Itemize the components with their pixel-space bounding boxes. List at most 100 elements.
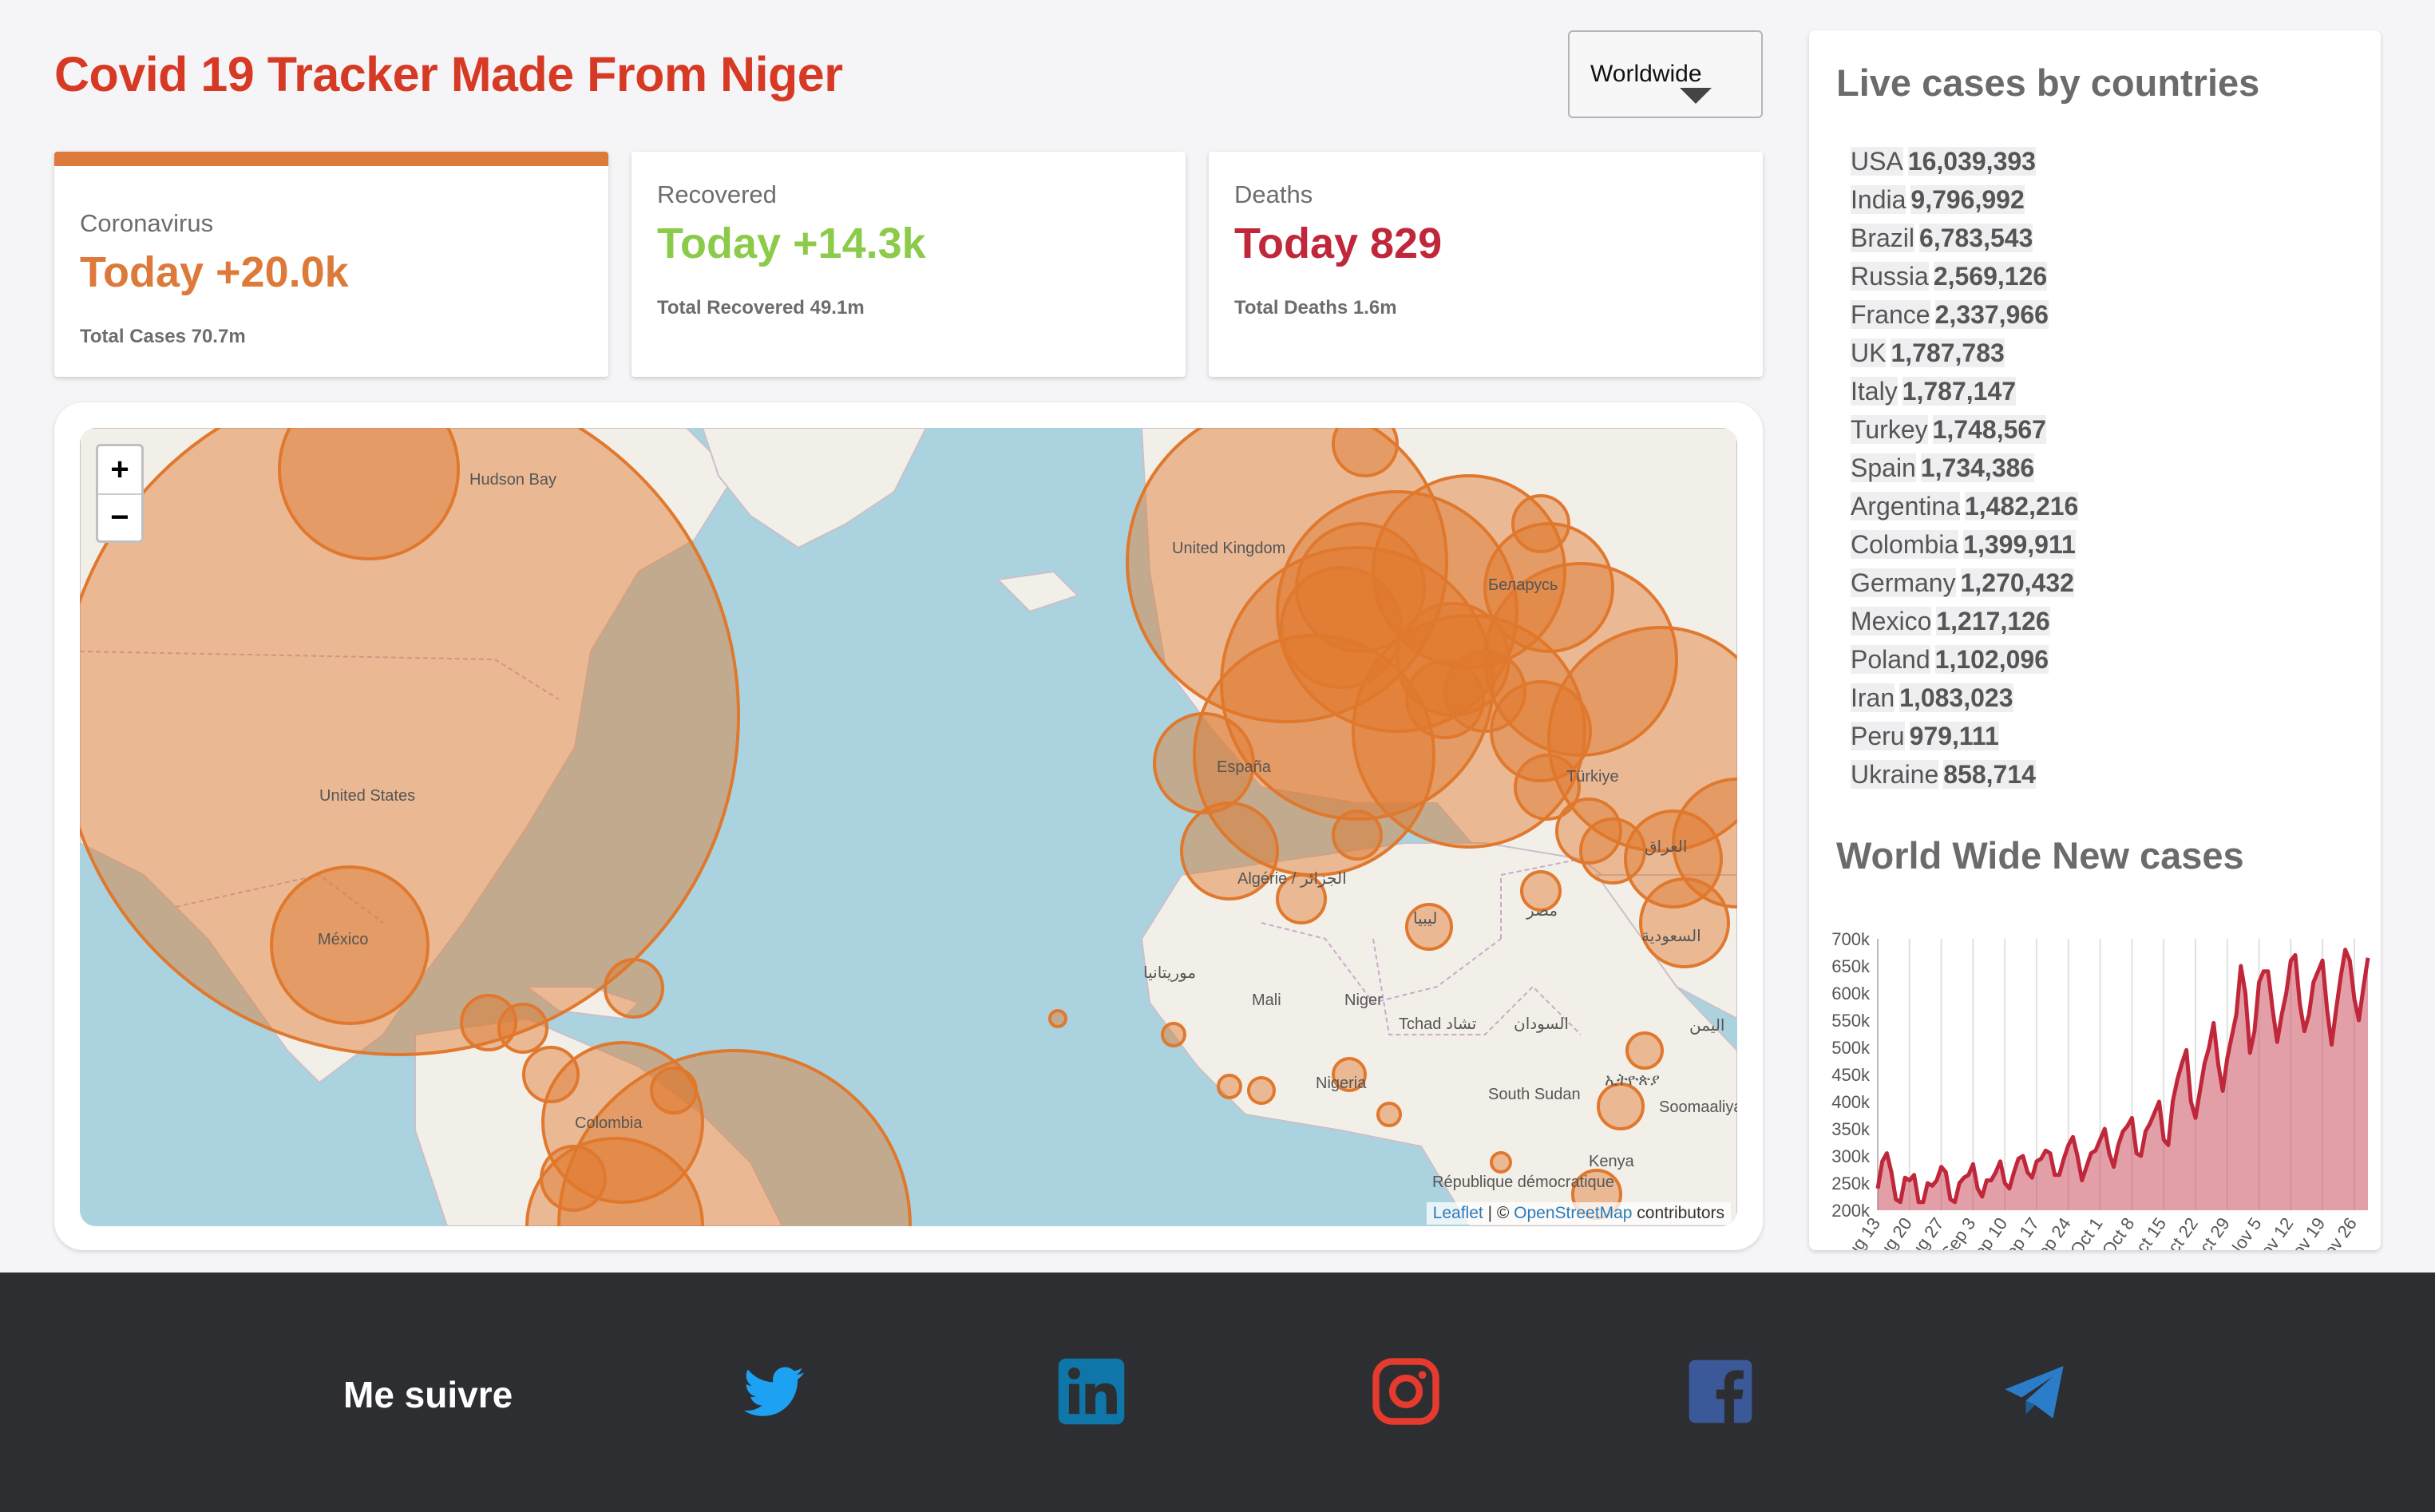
map-label-saudi: السعودية [1641, 928, 1701, 945]
bubble-senegal[interactable] [1161, 1022, 1186, 1047]
map-label-niger: Niger [1344, 992, 1383, 1009]
leaflet-link[interactable]: Leaflet [1433, 1204, 1483, 1222]
bubble-south-sudan[interactable] [1625, 1031, 1664, 1070]
country-name: Peru [1851, 722, 1905, 750]
live-cases-title: Live cases by countries [1836, 61, 2260, 104]
map-label-kenya: Kenya [1589, 1153, 1634, 1170]
bubble-sweden[interactable] [1332, 428, 1399, 477]
bubble-panama[interactable] [522, 1046, 580, 1103]
country-row: Germany 1,270,432 [1851, 568, 2078, 607]
map-label-iraq: العراق [1645, 838, 1688, 856]
map-label-united-kingdom: United Kingdom [1172, 540, 1286, 557]
app-title: Covid 19 Tracker Made From Niger [54, 47, 843, 101]
bubble-ethiopia[interactable] [1597, 1083, 1645, 1130]
chevron-down-icon [1680, 88, 1712, 104]
map-label-sudan: السودان [1514, 1015, 1569, 1033]
zoom-out-button[interactable]: − [98, 494, 141, 541]
facebook-icon[interactable] [1685, 1356, 1756, 1427]
land-greenland [701, 428, 928, 549]
map-label-rdc: République démocratique [1432, 1174, 1614, 1191]
bubble-venezuela[interactable] [540, 1145, 607, 1212]
map-label-mali: Mali [1252, 992, 1281, 1009]
bubble-ivory-coast[interactable] [1217, 1074, 1242, 1099]
bubble-tunisia[interactable] [1332, 809, 1383, 861]
bubble-cuba[interactable] [604, 958, 664, 1019]
stat-card-deaths[interactable]: Deaths Today 829 Total Deaths 1.6m [1209, 152, 1763, 377]
bubble-dominican[interactable] [650, 1067, 698, 1114]
bubble-cameroon[interactable] [1376, 1102, 1402, 1127]
osm-link[interactable]: OpenStreetMap [1514, 1204, 1632, 1222]
country-row: Argentina 1,482,216 [1851, 492, 2079, 530]
map-label-nigeria: Nigeria [1316, 1075, 1367, 1092]
zoom-in-button[interactable]: + [98, 446, 141, 495]
bubble-lebanon[interactable] [1579, 817, 1646, 885]
country-row: Colombia 1,399,911 [1851, 530, 2078, 568]
y-tick-label: 650k [1831, 956, 1871, 976]
telegram-icon[interactable] [1999, 1356, 2071, 1427]
stat-card-cases[interactable]: Coronavirus Today +20.0k Total Cases 70.… [54, 152, 608, 377]
stat-card-recovered[interactable]: Recovered Today +14.3k Total Recovered 4… [632, 152, 1186, 377]
bubble-belgium[interactable] [1280, 566, 1403, 689]
country-name: Germany [1851, 568, 1956, 597]
country-cases: 979,111 [1909, 722, 1999, 750]
y-tick-label: 600k [1831, 984, 1871, 1003]
country-select-value: Worldwide [1590, 61, 1702, 87]
y-tick-label: 500k [1831, 1038, 1871, 1058]
country-cases: 1,748,567 [1932, 415, 2046, 444]
bubble-honduras[interactable] [497, 1003, 548, 1054]
country-cases: 1,217,126 [1936, 607, 2050, 635]
twitter-icon[interactable] [738, 1356, 810, 1427]
map-label-turkiye: Türkiye [1566, 768, 1619, 786]
country-row: Iran 1,083,023 [1851, 683, 2078, 722]
map-label-somalia: Soomaaliya الصومال [1659, 1098, 1737, 1116]
country-cases: 1,482,216 [1964, 492, 2079, 520]
map-label-mauritania: موريتانيا [1143, 964, 1197, 982]
map-label-colombia: Colombia [575, 1114, 643, 1132]
bubble-cape-verde[interactable] [1048, 1009, 1067, 1028]
new-cases-area [1878, 949, 2368, 1210]
country-cases: 2,569,126 [1933, 262, 2048, 291]
stat-today: Today +14.3k [657, 220, 926, 267]
country-name: Ukraine [1851, 760, 1939, 789]
country-cases: 9,796,992 [1910, 185, 2025, 214]
new-cases-chart: Aug 13 Aug 20 Aug 27 Sep 3 Sep 10 Sep 17 Sep 2… [1809, 889, 2381, 1271]
stat-total: Total Recovered 49.1m [657, 297, 865, 319]
bubble-drc[interactable] [1490, 1151, 1512, 1174]
y-tick-label: 250k [1831, 1174, 1871, 1193]
map-attribution: Leaflet | © OpenStreetMap contributors [1426, 1202, 1731, 1225]
bubble-hungary[interactable] [1443, 650, 1526, 733]
country-name: Italy [1851, 377, 1898, 406]
country-name: Colombia [1851, 530, 1959, 559]
map-label-libya: ليبيا [1413, 910, 1438, 928]
footer: Me suivre [0, 1273, 2435, 1512]
country-row: Mexico 1,217,126 [1851, 607, 2078, 645]
stat-today: Today +20.0k [80, 248, 349, 296]
country-name: Argentina [1851, 492, 1960, 520]
country-row: Russia 2,569,126 [1851, 262, 2078, 300]
zoom-control: + − [96, 444, 144, 543]
country-name: Mexico [1851, 607, 1932, 635]
side-panel: Live cases by countries USA 16,039,393 Ind… [1809, 30, 2381, 1271]
country-row: Ukraine 858,714 [1851, 760, 2078, 798]
country-cases: 16,039,393 [1907, 147, 2036, 176]
stat-today: Today 829 [1234, 220, 1443, 267]
country-cases: 2,337,966 [1934, 300, 2049, 329]
new-cases-title: World Wide New cases [1836, 834, 2244, 877]
world-map[interactable]: Hudson Bay United States México Colombia… [80, 428, 1737, 1226]
new-cases-chart-svg: Aug 13Aug 20Aug 27Sep 3Sep 10Sep 17Sep 2… [1831, 929, 2370, 1271]
map-label-hudson-bay: Hudson Bay [469, 471, 556, 489]
country-name: Spain [1851, 453, 1916, 482]
bubble-saudi[interactable] [1639, 877, 1730, 968]
stat-total: Total Deaths 1.6m [1234, 297, 1397, 319]
country-row: Italy 1,787,147 [1851, 377, 2078, 415]
instagram-icon[interactable] [1370, 1356, 1442, 1427]
y-tick-label: 450k [1831, 1065, 1871, 1085]
bubble-ghana[interactable] [1247, 1076, 1276, 1105]
country-name: Poland [1851, 645, 1930, 674]
country-select[interactable]: Worldwide [1568, 30, 1763, 118]
linkedin-icon[interactable] [1055, 1356, 1127, 1427]
bubble-russia[interactable] [1511, 494, 1570, 553]
attribution-suffix: contributors [1632, 1204, 1724, 1222]
country-row: USA 16,039,393 [1851, 147, 2078, 185]
y-tick-label: 700k [1831, 929, 1871, 949]
